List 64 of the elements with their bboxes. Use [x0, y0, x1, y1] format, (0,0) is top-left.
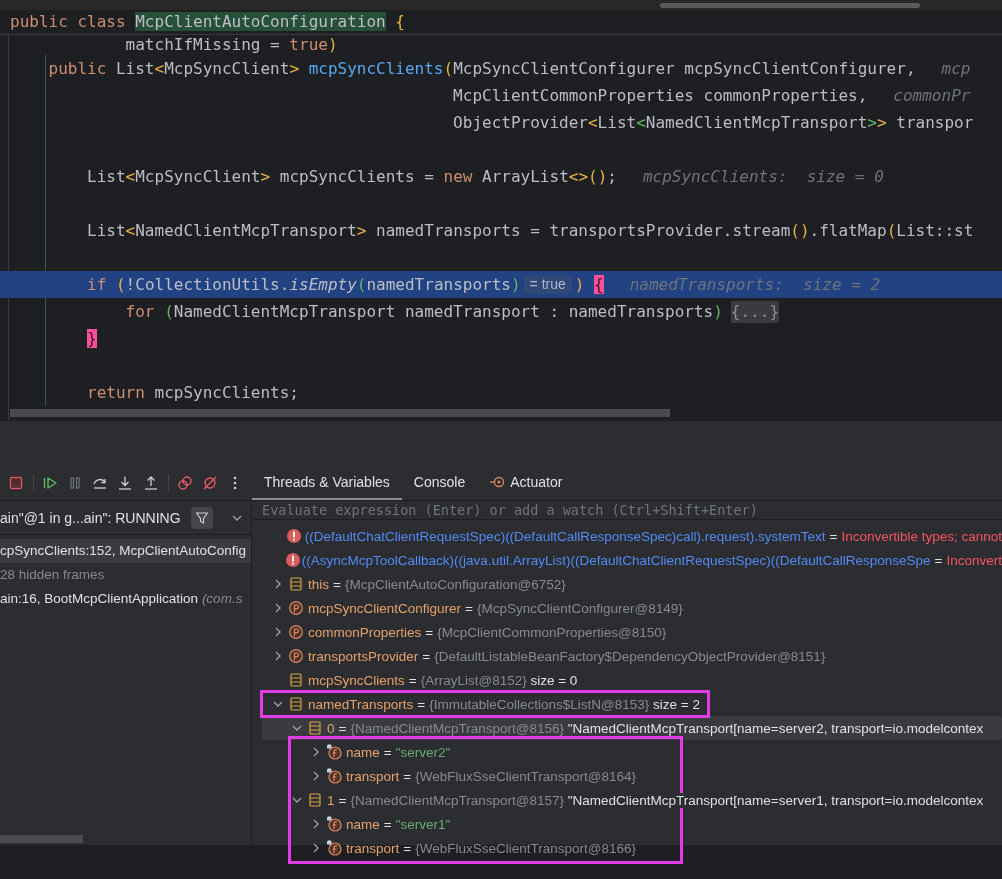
evaluate-field[interactable]: Evaluate expression (Enter) or add a watch (Ctrl+Shift+Enter) [252, 501, 1002, 519]
parameter-icon [288, 648, 304, 664]
tree-row[interactable]: commonProperties = {McpClientCommonProperties@8150} [262, 620, 1002, 644]
field-icon [326, 768, 342, 784]
tree-row[interactable]: transport = {WebFluxSseClientTransport@8166} [262, 836, 1002, 860]
code-text: matchIfMissing = true) [124, 35, 338, 55]
frame-row[interactable]: ain:16, BootMcpClientApplication (com.s [0, 587, 251, 611]
tab[interactable]: Threads & Variables [252, 466, 402, 500]
code-text: List<NamedClientMcpTransport> namedTransports = transportsProvider.stream().flatMap(List::st [86, 220, 974, 242]
frame-row[interactable]: cpSyncClients:152, McpClientAutoConfig [0, 539, 251, 563]
breakpoints-icon[interactable] [176, 475, 193, 491]
resume-icon[interactable] [42, 475, 59, 491]
tree-row[interactable]: ((AsyncMcpToolCallback)((java.util.ArrayList)((DefaultChatClientRequestSpec)((DefaultCallResponseSpe = Inconvert [262, 548, 1002, 572]
inline-hint: mcpSyncClients: size = 0 [642, 166, 884, 188]
tab[interactable]: Console [401, 466, 478, 500]
field-icon [326, 840, 342, 856]
list-icon [288, 576, 304, 592]
step-into-icon[interactable] [117, 475, 134, 491]
step-out-icon[interactable] [142, 475, 159, 491]
inline-hint: commonPr [893, 85, 971, 107]
scrollbar[interactable] [0, 835, 83, 843]
error-icon [286, 528, 303, 544]
tree-row[interactable]: name = "server1" [262, 812, 1002, 836]
tab[interactable]: Actuator [477, 466, 575, 500]
scrollbar[interactable] [660, 2, 920, 8]
parameter-icon [288, 624, 304, 640]
code-text: McpClientCommonProperties commonProperties, [452, 85, 868, 107]
list-icon [307, 720, 323, 736]
tree-row[interactable]: name = "server2" [262, 740, 1002, 764]
inlay-hint: = true [523, 275, 572, 294]
tree-row[interactable]: ((DefaultChatClientRequestSpec)((DefaultCallResponseSpec)call).request).systemText = Inconvertible types; cannot [262, 524, 1002, 548]
code-text: return mcpSyncClients; [86, 382, 299, 404]
target-icon [489, 474, 506, 490]
tree-row[interactable]: transport = {WebFluxSseClientTransport@8164} [262, 764, 1002, 788]
code-text: ObjectProvider<List<NamedClientMcpTransport>> transpor [452, 112, 974, 134]
inline-hint: mcp [941, 58, 971, 80]
list-icon [288, 696, 304, 712]
tree-row[interactable]: this = {McpClientAutoConfiguration@6752} [262, 572, 1002, 596]
filter-icon [193, 509, 210, 526]
field-icon [326, 744, 342, 760]
tree-row[interactable]: mcpSyncClientConfigurer = {McpSyncClientConfigurer@8149} [262, 596, 1002, 620]
tree-row[interactable]: transportsProvider = {DefaultListableBeanFactory$DependencyObjectProvider@8151} [262, 644, 1002, 668]
list-icon [288, 672, 304, 688]
code-text: List<McpSyncClient> mcpSyncClients = new ArrayList<>(); [86, 166, 617, 188]
parameter-icon [288, 600, 304, 616]
scrollbar[interactable] [10, 409, 670, 417]
code-text: public class McpClientAutoConfiguration { [10, 11, 405, 33]
field-icon [326, 816, 342, 832]
tree-row[interactable]: 1 = {NamedClientMcpTransport@8157} "NamedClientMcpTransport[name=server1, transport=io.modelcontex [262, 788, 1002, 812]
code-text: if (!CollectionUtils.isEmpty(namedTransports) [86, 274, 521, 296]
thread-selector[interactable]: ain"@1 in g...ain": RUNNING [0, 509, 181, 526]
code-text: } [86, 328, 97, 350]
error-icon [285, 552, 302, 568]
filter-button[interactable] [190, 506, 213, 529]
mute-breakpoints-icon[interactable] [201, 475, 218, 491]
code-text: for (NamedClientMcpTransport namedTransport : namedTransports) [124, 301, 723, 323]
list-icon [307, 792, 323, 808]
tree-row[interactable]: namedTransports = {ImmutableCollections$ListN@8153} size = 2 [262, 692, 1002, 716]
stop-icon[interactable] [8, 475, 24, 491]
tree-row[interactable]: mcpSyncClients = {ArrayList@8152} size = 0 [262, 668, 1002, 692]
inline-hint: namedTransports: size = 2 [629, 274, 881, 296]
hidden-frames-row[interactable]: 28 hidden frames [0, 563, 251, 587]
code-text: ) { [574, 274, 604, 296]
code-text: public List<McpSyncClient> mcpSyncClients(McpSyncClientConfigurer mcpSyncClientConfigurer, [47, 58, 916, 80]
